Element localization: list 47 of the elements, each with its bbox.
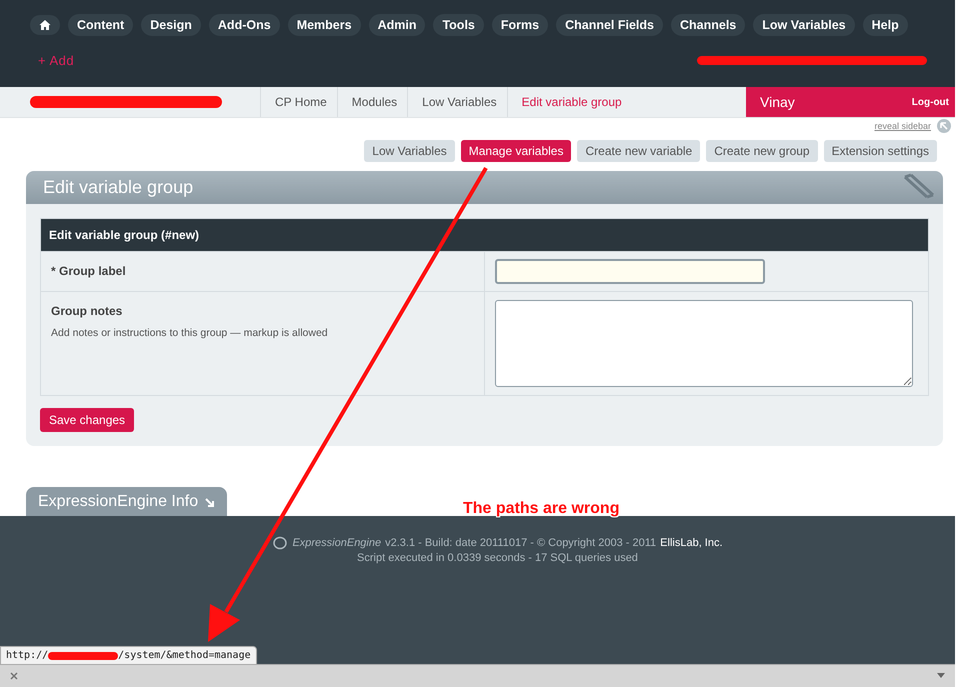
nav-item[interactable]: Members xyxy=(288,14,361,36)
url-text: http:// xyxy=(6,650,48,661)
breadcrumb-link[interactable]: Low Variables xyxy=(407,87,507,117)
build-info: v2.3.1 - Build: date 20111017 - © Copyright 2003 - 2011 xyxy=(385,537,656,549)
tab[interactable]: Create new variable xyxy=(577,140,700,162)
user-name: Vinay xyxy=(760,94,795,110)
home-button[interactable] xyxy=(30,15,60,35)
logo-icon xyxy=(272,536,288,550)
info-tab-label: ExpressionEngine Info xyxy=(38,493,198,511)
arrow-icon[interactable] xyxy=(937,119,951,133)
stats-text: Script executed in 0.0339 seconds - 17 SQL queries used xyxy=(357,552,638,564)
save-button[interactable]: Save changes xyxy=(40,408,134,432)
nav-item[interactable]: Admin xyxy=(368,14,426,36)
arrow-icon xyxy=(204,496,216,508)
caret-icon[interactable] xyxy=(937,673,945,679)
logout-link[interactable]: Log-out xyxy=(912,96,949,108)
nav-item[interactable]: Low Variables xyxy=(753,14,855,36)
breadcrumb-link[interactable]: Modules xyxy=(336,87,408,117)
breadcrumb-link[interactable]: CP Home xyxy=(260,87,337,117)
url-text: /system/&method=manage xyxy=(118,650,251,661)
reveal-sidebar-link[interactable]: reveal sidebar xyxy=(874,121,931,131)
nav-item[interactable]: Forms xyxy=(492,14,548,36)
nav-item[interactable]: Content xyxy=(68,14,134,36)
field-label: * Group label xyxy=(51,264,127,278)
nav-item[interactable]: Channel Fields xyxy=(556,14,663,36)
tab[interactable]: Manage variables xyxy=(460,140,572,162)
nav-item[interactable]: Help xyxy=(862,14,908,36)
field-label: Group notes xyxy=(51,304,124,318)
product-name: ExpressionEngine xyxy=(292,537,382,549)
nav-item[interactable]: Design xyxy=(141,14,201,36)
field-note: Add notes or instructions to this group — markup is allowed xyxy=(51,327,329,339)
nav-item[interactable]: Channels xyxy=(670,14,746,36)
tab[interactable]: Create new group xyxy=(706,140,818,162)
breadcrumb-link[interactable]: Edit variable group xyxy=(506,87,632,117)
close-icon[interactable] xyxy=(10,672,18,680)
redaction-mark xyxy=(48,652,118,660)
nav-item[interactable]: Tools xyxy=(433,14,484,36)
nav-item[interactable]: Add-Ons xyxy=(208,14,280,36)
notes-field[interactable] xyxy=(495,300,913,387)
table-header: Edit variable group (#new) xyxy=(41,219,928,251)
annotation-text: The paths are wrong xyxy=(463,500,620,518)
panel-title: Edit variable group xyxy=(43,177,194,198)
home-icon xyxy=(39,19,51,31)
tab[interactable]: Low Variables xyxy=(364,140,455,162)
tab[interactable]: Extension settings xyxy=(824,140,937,162)
company-link[interactable]: EllisLab, Inc. xyxy=(660,537,723,549)
input-field[interactable] xyxy=(495,259,765,284)
